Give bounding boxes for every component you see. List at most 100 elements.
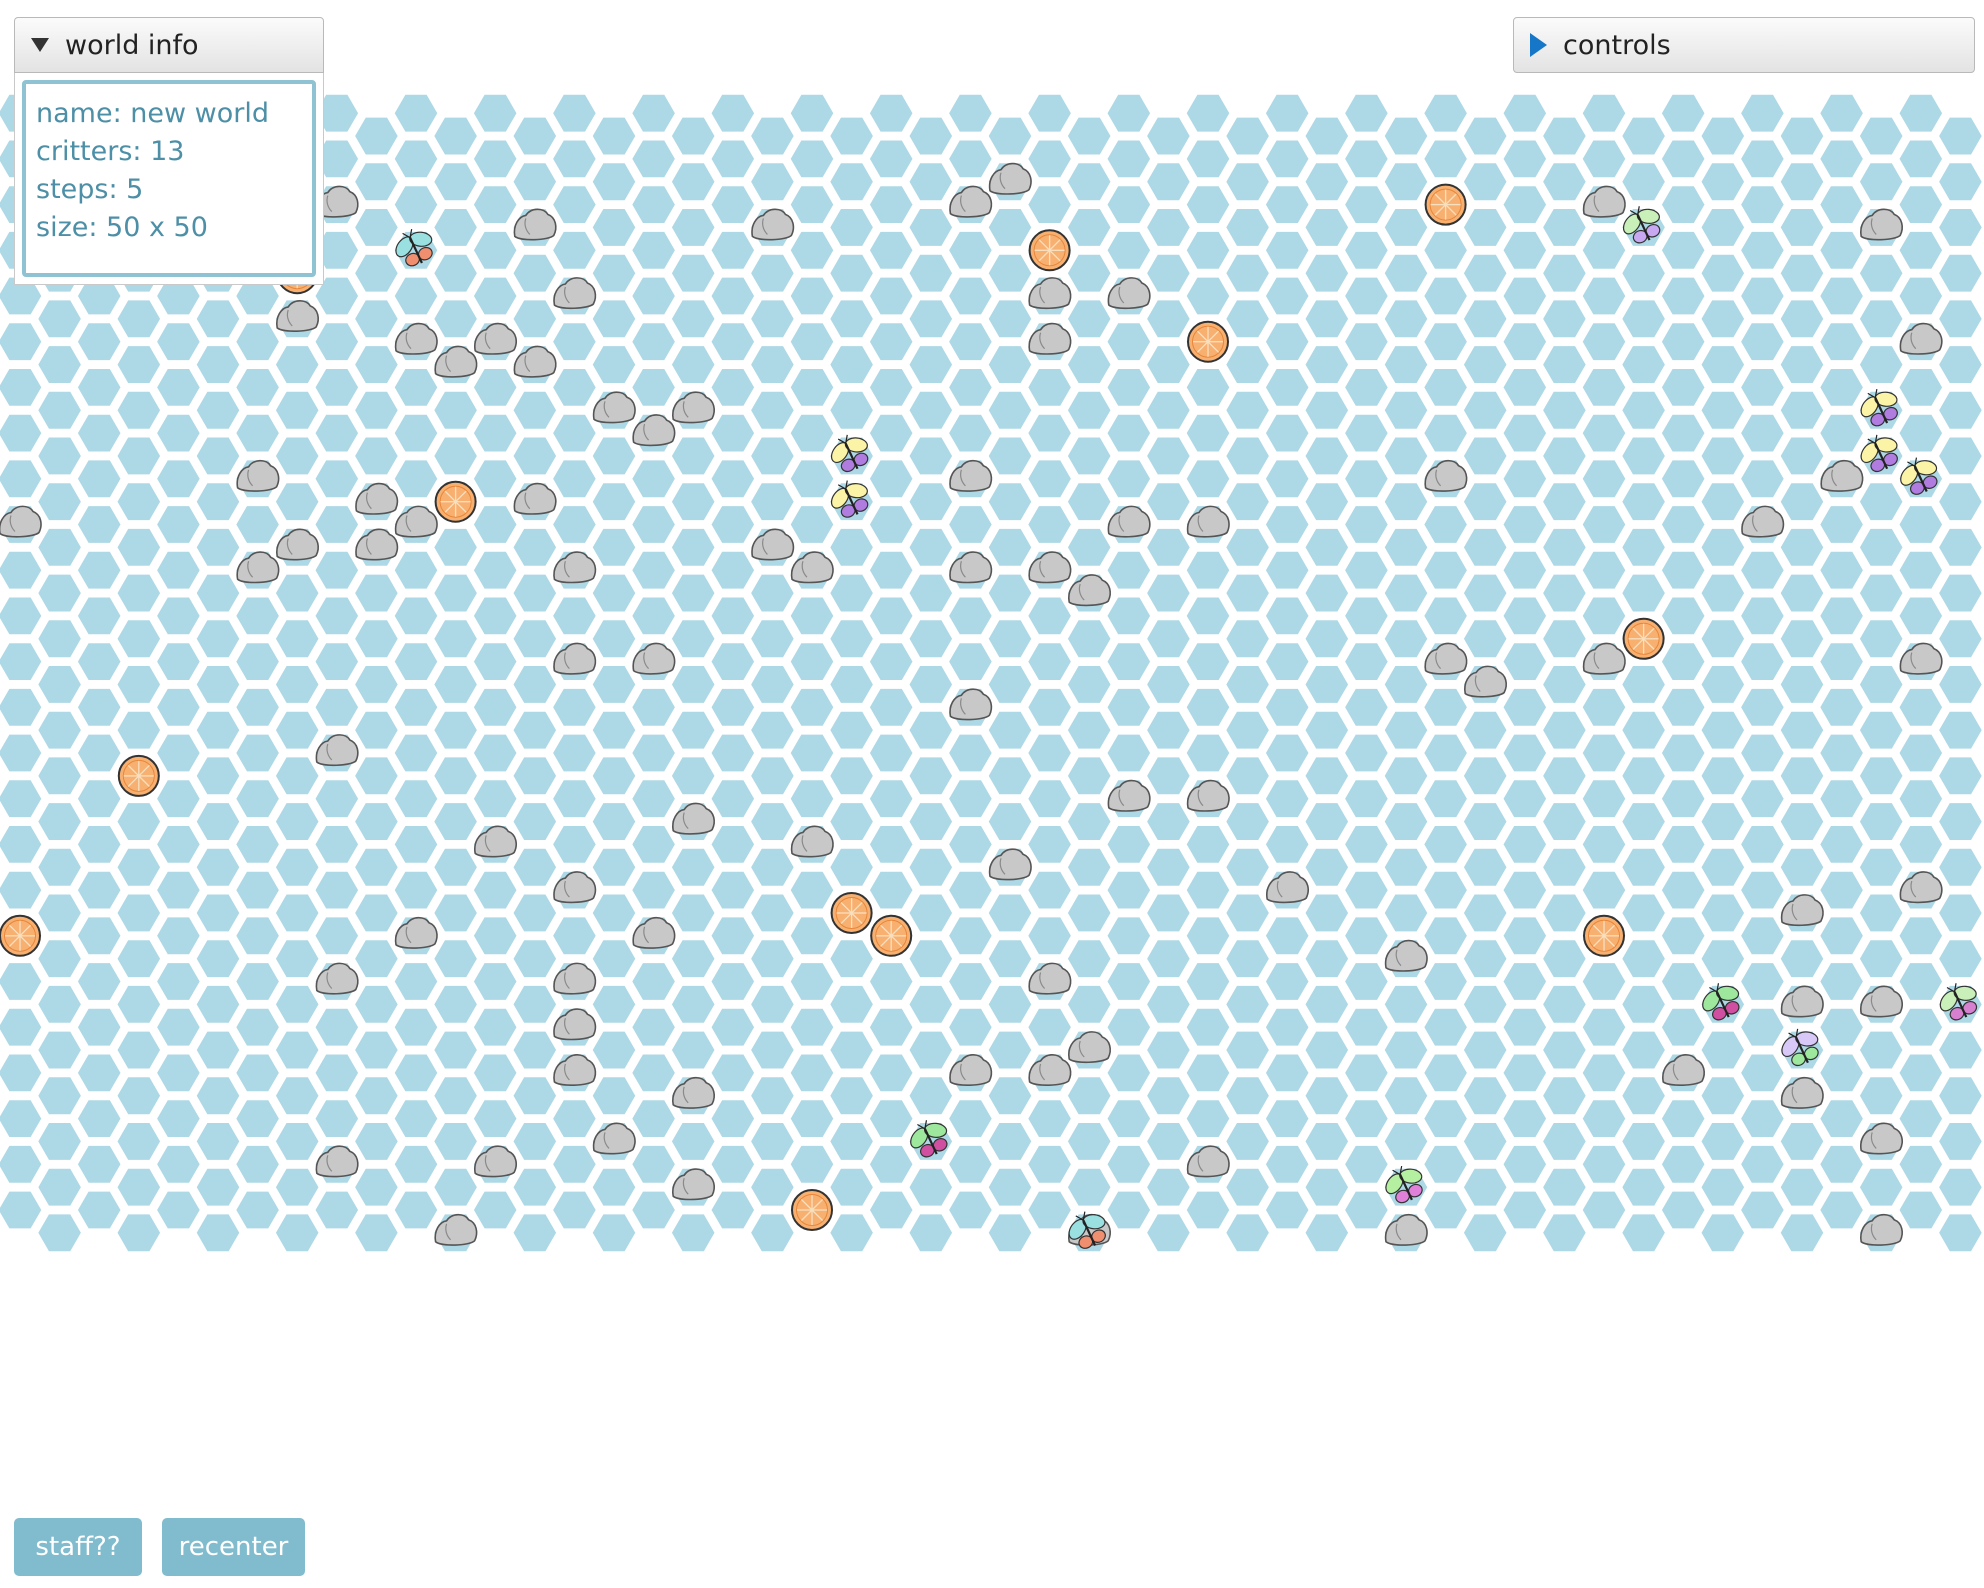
hex-cell[interactable] <box>826 571 877 615</box>
hex-cell[interactable] <box>1064 1074 1114 1118</box>
hex-cell[interactable] <box>589 114 639 158</box>
hex-cell[interactable] <box>1935 754 1984 798</box>
hex-cell[interactable] <box>1341 457 1392 501</box>
hex-cell[interactable] <box>1460 1120 1510 1163</box>
hex-cell[interactable] <box>193 891 243 935</box>
hex-cell[interactable] <box>312 777 362 821</box>
hex-cell[interactable] <box>747 1211 798 1255</box>
hex-cell[interactable] <box>34 663 85 706</box>
hex-cell[interactable] <box>510 1120 560 1163</box>
hex-cell[interactable] <box>708 183 758 226</box>
hex-cell[interactable] <box>1618 845 1669 889</box>
hex-cell[interactable] <box>1816 914 1867 958</box>
hex-cell[interactable] <box>0 1188 45 1232</box>
hex-cell[interactable] <box>34 388 85 432</box>
hex-cell[interactable] <box>787 685 837 729</box>
hex-cell[interactable] <box>272 845 322 889</box>
hex-cell[interactable] <box>351 845 402 889</box>
hex-cell[interactable] <box>945 777 996 821</box>
hex-cell[interactable] <box>1618 297 1669 341</box>
hex-cell[interactable] <box>1183 91 1233 135</box>
hex-cell[interactable] <box>1935 1074 1984 1118</box>
hex-cell[interactable] <box>34 754 85 798</box>
hex-cell[interactable] <box>1579 320 1629 364</box>
hex-cell[interactable] <box>193 1074 243 1118</box>
hex-cell[interactable] <box>312 503 362 546</box>
hex-cell[interactable] <box>589 206 639 249</box>
hex-cell[interactable] <box>945 1097 996 1140</box>
hex-cell[interactable] <box>549 777 600 821</box>
hex-cell[interactable] <box>1420 731 1471 775</box>
hex-cell[interactable] <box>985 1211 1035 1255</box>
hex-cell[interactable] <box>1856 708 1906 752</box>
hex-cell[interactable] <box>1460 982 1510 1026</box>
hex-cell[interactable] <box>1579 411 1629 455</box>
hex-cell[interactable] <box>1579 548 1629 592</box>
hex-cell[interactable] <box>1302 1028 1352 1072</box>
hex-cell[interactable] <box>1816 823 1867 866</box>
hex-cell[interactable] <box>628 594 679 638</box>
hex-cell[interactable] <box>1896 685 1946 729</box>
hex-cell[interactable] <box>985 800 1035 843</box>
hex-cell[interactable] <box>510 297 560 341</box>
hex-cell[interactable] <box>1262 914 1312 958</box>
hex-cell[interactable] <box>1539 1028 1590 1072</box>
hex-cell[interactable] <box>272 708 322 752</box>
hex-cell[interactable] <box>1222 343 1273 386</box>
hex-cell[interactable] <box>1302 160 1352 204</box>
hex-cell[interactable] <box>1064 937 1114 981</box>
hex-cell[interactable] <box>1064 480 1114 524</box>
hex-cell[interactable] <box>1579 1097 1629 1140</box>
hex-cell[interactable] <box>1381 845 1431 889</box>
hex-cell[interactable] <box>1539 160 1590 204</box>
hex-cell[interactable] <box>866 503 916 546</box>
hex-cell[interactable] <box>1500 868 1550 912</box>
hex-cell[interactable] <box>1896 960 1946 1003</box>
hex-cell[interactable] <box>866 823 916 866</box>
hex-cell[interactable] <box>1143 1165 1194 1209</box>
hex-cell[interactable] <box>193 937 243 981</box>
hex-cell[interactable] <box>787 1097 837 1140</box>
hex-cell[interactable] <box>1104 411 1154 455</box>
hex-cell[interactable] <box>0 1142 45 1186</box>
hex-cell[interactable] <box>589 663 639 706</box>
hex-cell[interactable] <box>272 388 322 432</box>
hex-cell[interactable] <box>1539 800 1590 843</box>
hex-cell[interactable] <box>906 160 956 204</box>
hex-cell[interactable] <box>866 274 916 318</box>
hex-cell[interactable] <box>1064 343 1114 386</box>
hex-cell[interactable] <box>34 525 85 569</box>
hex-cell[interactable] <box>1896 1051 1946 1095</box>
hex-cell[interactable] <box>1737 1051 1788 1095</box>
hex-cell[interactable] <box>747 1028 798 1072</box>
hex-cell[interactable] <box>1064 160 1114 204</box>
hex-cell[interactable] <box>1500 457 1550 501</box>
hex-cell[interactable] <box>430 1165 481 1209</box>
hex-cell[interactable] <box>470 685 520 729</box>
hex-cell[interactable] <box>1816 1142 1867 1186</box>
hex-cell[interactable] <box>193 800 243 843</box>
hex-cell[interactable] <box>1024 1142 1075 1186</box>
hex-cell[interactable] <box>866 594 916 638</box>
hex-cell[interactable] <box>1104 1188 1154 1232</box>
hex-cell[interactable] <box>1024 457 1075 501</box>
hex-cell[interactable] <box>351 663 402 706</box>
hex-cell[interactable] <box>351 343 402 386</box>
hex-cell[interactable] <box>153 823 204 866</box>
hex-cell[interactable] <box>1381 1028 1431 1072</box>
hex-cell[interactable] <box>1935 1211 1984 1255</box>
hex-cell[interactable] <box>1856 114 1906 158</box>
hex-cell[interactable] <box>1460 754 1510 798</box>
hex-cell[interactable] <box>589 1028 639 1072</box>
hex-cell[interactable] <box>0 640 45 683</box>
hex-cell[interactable] <box>589 343 639 386</box>
hex-cell[interactable] <box>1460 1028 1510 1072</box>
hex-cell[interactable] <box>1579 868 1629 912</box>
hex-cell[interactable] <box>1698 708 1748 752</box>
hex-cell[interactable] <box>1777 114 1827 158</box>
hex-cell[interactable] <box>312 823 362 866</box>
hex-cell[interactable] <box>391 1097 441 1140</box>
hex-cell[interactable] <box>668 343 718 386</box>
hex-cell[interactable] <box>114 343 164 386</box>
hex-cell[interactable] <box>351 937 402 981</box>
